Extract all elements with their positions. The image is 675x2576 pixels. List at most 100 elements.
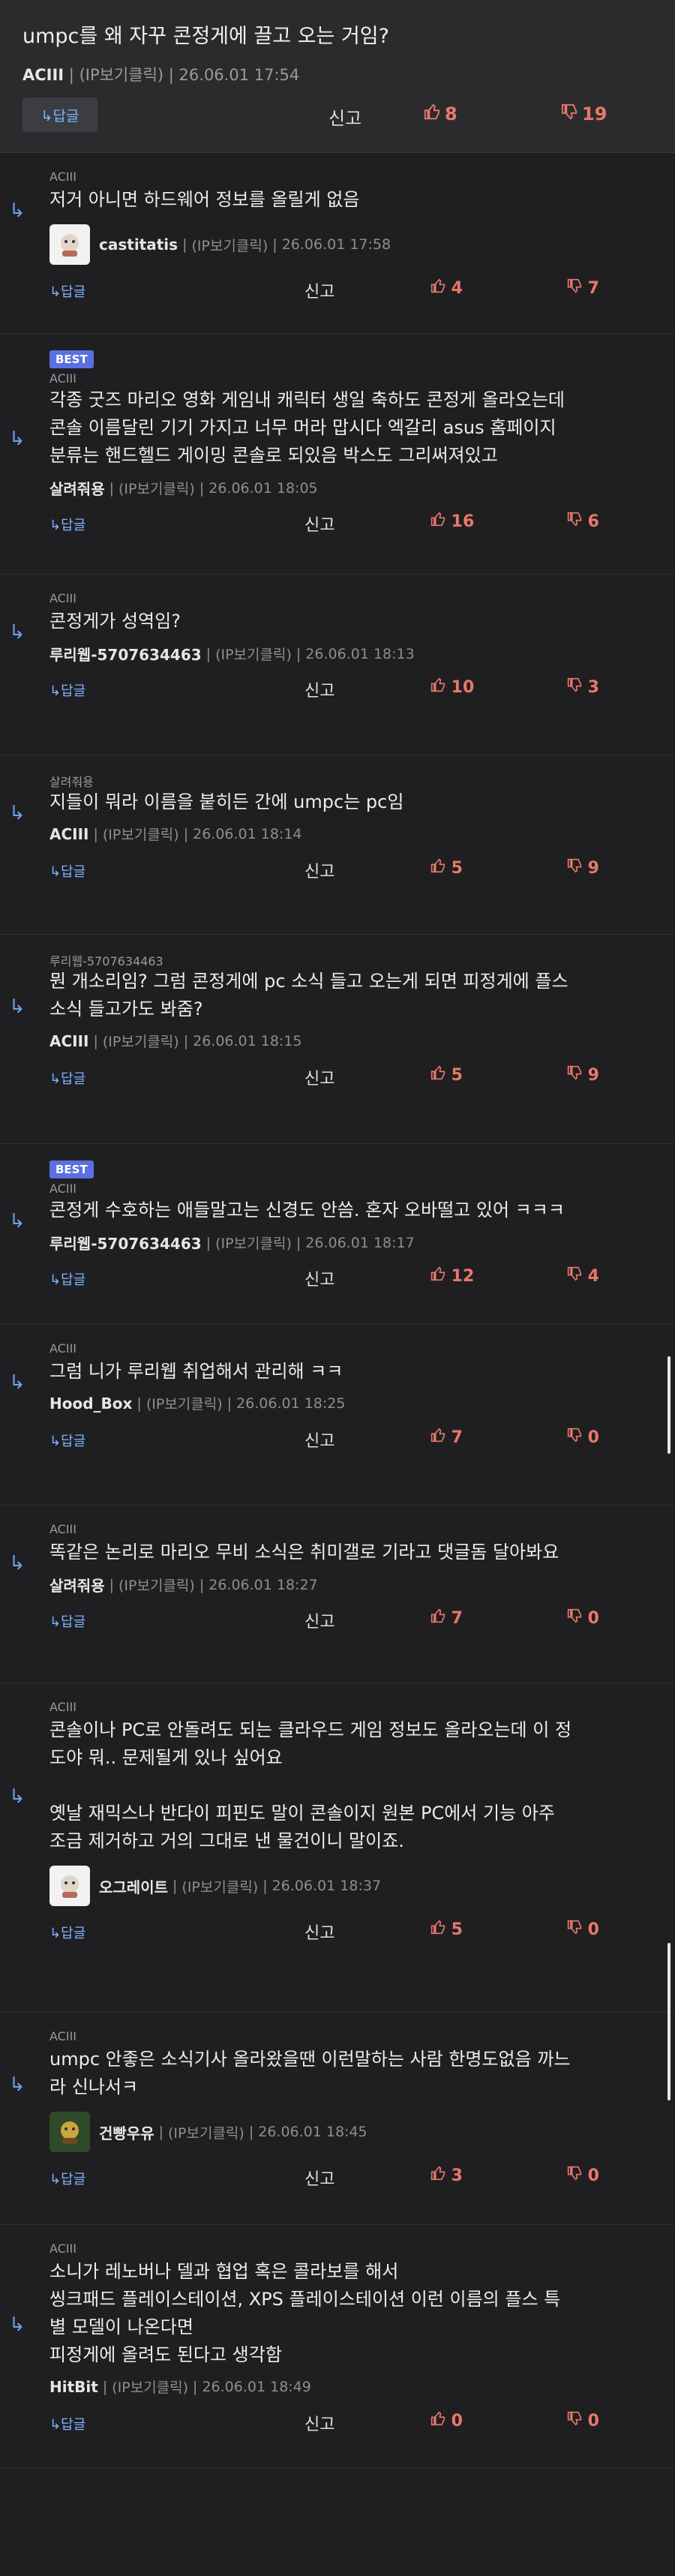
comment-ip[interactable]: (IP보기클릭) [112,2376,188,2397]
downvote-button[interactable]: 4 [567,1266,599,1286]
reply-arrow-icon: ↳ [9,428,26,450]
reply-arrow-icon: ↳ [9,2073,26,2096]
avatar[interactable] [50,224,90,265]
downvote-button[interactable]: 0 [567,2411,599,2430]
separator: | [262,1878,268,1894]
report-button[interactable]: 신고 [304,278,334,302]
reply-button[interactable]: ↳답글 [50,1923,86,1942]
comment-author[interactable]: ACIII [50,825,88,843]
comment-author[interactable]: Hood_Box [50,1395,132,1413]
comment-author[interactable]: 살려줘용 [50,477,105,499]
reply-button[interactable]: ↳답글 [22,98,98,132]
downvote-button[interactable]: 9 [567,858,599,878]
upvote-button[interactable]: 4 [430,278,463,298]
comment-author[interactable]: 살려줘용 [50,1574,105,1596]
reply-button[interactable]: ↳답글 [50,861,86,881]
separator: | [272,236,278,253]
comment-ip[interactable]: (IP보기클릭) [182,1876,258,1896]
report-button[interactable]: 신고 [304,858,334,882]
downvote-button[interactable]: 0 [567,1428,599,1447]
comment-author[interactable]: 루리웹-5707634463 [50,1232,202,1253]
upvote-button[interactable]: 7 [430,1608,463,1628]
downvote-button[interactable]: 3 [567,677,599,697]
reply-button[interactable]: ↳답글 [50,515,86,534]
downvote-button[interactable]: 19 [561,104,607,125]
upvote-button[interactable]: 8 [424,104,458,125]
report-button[interactable]: 신고 [304,2166,334,2190]
comment-author[interactable]: 루리웹-5707634463 [50,643,202,665]
upvote-button[interactable]: 10 [430,677,474,697]
scrollbar[interactable] [668,1356,670,1454]
comment-date: 26.06.01 17:58 [281,236,392,253]
comment-ip[interactable]: (IP보기클릭) [118,478,195,498]
comment-text: 소니가 레노버나 델과 협업 혹은 콜라보를 해서 씽크패드 플레이스테이션, … [50,2261,561,2365]
downvote-button[interactable]: 0 [567,1608,599,1628]
scrollbar[interactable] [668,1943,670,2100]
comment-author[interactable]: HitBit [50,2378,98,2396]
downvote-button[interactable]: 9 [567,1065,599,1085]
comment-author[interactable]: 건빵우유 [99,2121,154,2143]
report-button[interactable]: 신고 [328,104,362,130]
upvote-count: 7 [451,1428,463,1447]
upvote-button[interactable]: 12 [430,1266,474,1286]
reply-button[interactable]: ↳답글 [50,1269,86,1289]
reply-target: ACIII [50,371,76,386]
comment-author[interactable]: ACIII [50,1032,88,1050]
comment-ip[interactable]: (IP보기클릭) [118,1575,195,1595]
comment-date: 26.06.01 18:27 [208,1576,318,1593]
reply-arrow-icon: ↳ [9,1371,26,1394]
post-author[interactable]: ACIII [22,66,64,84]
reply-button[interactable]: ↳답글 [50,2414,86,2433]
report-button[interactable]: 신고 [304,677,334,701]
upvote-button[interactable]: 5 [430,1920,463,1939]
downvote-button[interactable]: 0 [567,1920,599,1939]
report-button[interactable]: 신고 [304,1428,334,1452]
reply-button[interactable]: ↳답글 [50,281,86,301]
report-button[interactable]: 신고 [304,1266,334,1290]
report-button[interactable]: 신고 [304,1065,334,1089]
comment-ip[interactable]: (IP보기클릭) [215,644,292,664]
comment-author[interactable]: castitatis [99,236,178,254]
reply-button[interactable]: ↳답글 [50,680,86,700]
downvote-button[interactable]: 6 [567,512,599,531]
upvote-count: 12 [451,1267,475,1286]
comment-author[interactable]: 오그레이트 [99,1875,168,1897]
report-button[interactable]: 신고 [304,1920,334,1944]
comment-ip[interactable]: (IP보기클릭) [103,1031,179,1051]
comment-ip[interactable]: (IP보기클릭) [103,824,179,844]
downvote-count: 9 [587,1066,599,1085]
comment-ip[interactable]: (IP보기클릭) [168,2122,244,2142]
reply-target: ACIII [50,591,76,605]
comment-ip[interactable]: (IP보기클릭) [191,235,268,255]
comment-item: ↳ ACIII 콘정게가 성역임? 루리웹-5707634463 | (IP보기… [0,575,675,755]
comment-meta: 살려줘용 | (IP보기클릭) | 26.06.01 18:05 [50,477,318,499]
thumbs-down-icon [567,2411,582,2430]
downvote-button[interactable]: 0 [567,2166,599,2185]
reply-arrow-icon: ↳ [9,2313,26,2336]
upvote-button[interactable]: 5 [430,1065,463,1085]
upvote-button[interactable]: 0 [430,2411,463,2430]
report-button[interactable]: 신고 [304,512,334,536]
reply-button[interactable]: ↳답글 [50,1431,86,1450]
thumbs-down-icon [567,1920,582,1939]
avatar[interactable] [50,2112,90,2152]
upvote-button[interactable]: 5 [430,858,463,878]
upvote-button[interactable]: 3 [430,2166,463,2185]
report-button[interactable]: 신고 [304,2411,334,2435]
post-date: 26.06.01 17:54 [178,66,300,84]
report-button[interactable]: 신고 [304,1608,334,1632]
avatar[interactable] [50,1866,90,1906]
upvote-button[interactable]: 16 [430,512,474,531]
comment-ip[interactable]: (IP보기클릭) [215,1232,292,1253]
comment-meta: 루리웹-5707634463 | (IP보기클릭) | 26.06.01 18:… [50,1232,415,1253]
reply-button[interactable]: ↳답글 [50,2169,86,2188]
separator: | [183,1032,189,1049]
comment-ip[interactable]: (IP보기클릭) [146,1393,223,1413]
upvote-button[interactable]: 7 [430,1428,463,1447]
reply-button[interactable]: ↳답글 [50,1611,86,1631]
post-ip[interactable]: (IP보기클릭) [80,66,164,84]
separator: | [206,645,212,662]
comment-actions: ↳답글 신고 3 0 [50,2163,660,2193]
reply-button[interactable]: ↳답글 [50,1068,86,1088]
downvote-button[interactable]: 7 [567,278,599,298]
